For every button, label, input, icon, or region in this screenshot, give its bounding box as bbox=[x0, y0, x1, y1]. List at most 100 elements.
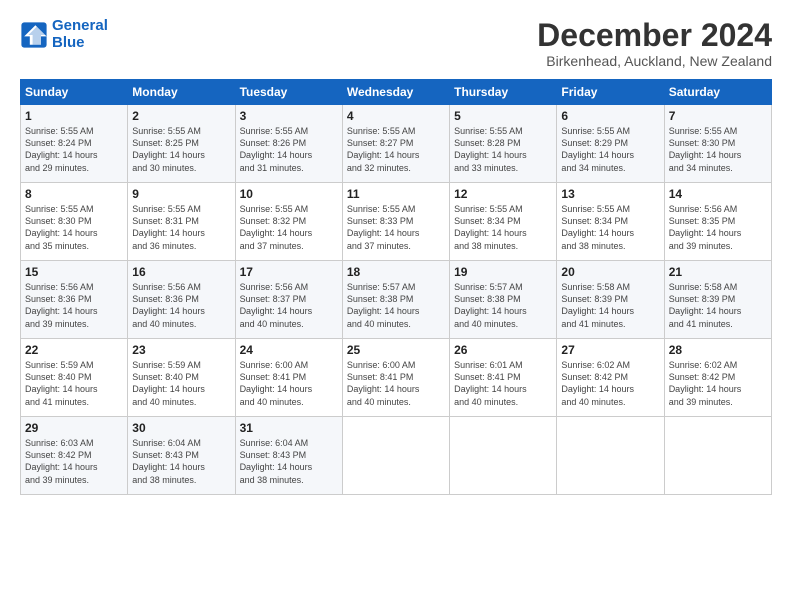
calendar-cell bbox=[664, 417, 771, 495]
calendar-cell: 24 Sunrise: 6:00 AM Sunset: 8:41 PM Dayli… bbox=[235, 339, 342, 417]
calendar-cell: 12 Sunrise: 5:55 AM Sunset: 8:34 PM Dayli… bbox=[450, 183, 557, 261]
day-number: 25 bbox=[347, 343, 445, 357]
header-cell-wednesday: Wednesday bbox=[342, 80, 449, 105]
header: General Blue December 2024 Birkenhead, A… bbox=[20, 18, 772, 69]
day-number: 23 bbox=[132, 343, 230, 357]
day-info: Sunrise: 6:00 AM Sunset: 8:41 PM Dayligh… bbox=[240, 359, 338, 408]
calendar-cell: 30 Sunrise: 6:04 AM Sunset: 8:43 PM Dayli… bbox=[128, 417, 235, 495]
week-row-2: 8 Sunrise: 5:55 AM Sunset: 8:30 PM Daylig… bbox=[21, 183, 772, 261]
day-number: 26 bbox=[454, 343, 552, 357]
day-info: Sunrise: 5:55 AM Sunset: 8:28 PM Dayligh… bbox=[454, 125, 552, 174]
calendar-cell bbox=[557, 417, 664, 495]
day-info: Sunrise: 6:04 AM Sunset: 8:43 PM Dayligh… bbox=[240, 437, 338, 486]
calendar-cell: 17 Sunrise: 5:56 AM Sunset: 8:37 PM Dayli… bbox=[235, 261, 342, 339]
header-cell-thursday: Thursday bbox=[450, 80, 557, 105]
day-info: Sunrise: 5:55 AM Sunset: 8:25 PM Dayligh… bbox=[132, 125, 230, 174]
calendar-cell: 1 Sunrise: 5:55 AM Sunset: 8:24 PM Daylig… bbox=[21, 105, 128, 183]
calendar-cell: 8 Sunrise: 5:55 AM Sunset: 8:30 PM Daylig… bbox=[21, 183, 128, 261]
day-info: Sunrise: 5:55 AM Sunset: 8:32 PM Dayligh… bbox=[240, 203, 338, 252]
day-number: 15 bbox=[25, 265, 123, 279]
day-info: Sunrise: 5:58 AM Sunset: 8:39 PM Dayligh… bbox=[561, 281, 659, 330]
day-info: Sunrise: 5:55 AM Sunset: 8:26 PM Dayligh… bbox=[240, 125, 338, 174]
header-cell-monday: Monday bbox=[128, 80, 235, 105]
day-number: 21 bbox=[669, 265, 767, 279]
logo-line1: General bbox=[52, 17, 108, 34]
day-info: Sunrise: 5:56 AM Sunset: 8:35 PM Dayligh… bbox=[669, 203, 767, 252]
calendar-cell: 19 Sunrise: 5:57 AM Sunset: 8:38 PM Dayli… bbox=[450, 261, 557, 339]
calendar-cell: 25 Sunrise: 6:00 AM Sunset: 8:41 PM Dayli… bbox=[342, 339, 449, 417]
calendar-cell: 5 Sunrise: 5:55 AM Sunset: 8:28 PM Daylig… bbox=[450, 105, 557, 183]
calendar-cell: 18Sunrise: 5:57 AM Sunset: 8:38 PM Dayli… bbox=[342, 261, 449, 339]
day-info: Sunrise: 5:56 AM Sunset: 8:36 PM Dayligh… bbox=[132, 281, 230, 330]
day-info: Sunrise: 5:56 AM Sunset: 8:36 PM Dayligh… bbox=[25, 281, 123, 330]
calendar-cell: 22 Sunrise: 5:59 AM Sunset: 8:40 PM Dayli… bbox=[21, 339, 128, 417]
day-number: 6 bbox=[561, 109, 659, 123]
day-number: 3 bbox=[240, 109, 338, 123]
calendar-cell: 28 Sunrise: 6:02 AM Sunset: 8:42 PM Dayli… bbox=[664, 339, 771, 417]
calendar-cell: 26 Sunrise: 6:01 AM Sunset: 8:41 PM Dayli… bbox=[450, 339, 557, 417]
day-number: 14 bbox=[669, 187, 767, 201]
day-number: 10 bbox=[240, 187, 338, 201]
day-number: 11 bbox=[347, 187, 445, 201]
day-number: 9 bbox=[132, 187, 230, 201]
calendar-cell: 6 Sunrise: 5:55 AM Sunset: 8:29 PM Daylig… bbox=[557, 105, 664, 183]
day-info: Sunrise: 5:55 AM Sunset: 8:24 PM Dayligh… bbox=[25, 125, 123, 174]
calendar-cell: 11 Sunrise: 5:55 AM Sunset: 8:33 PM Dayli… bbox=[342, 183, 449, 261]
calendar-cell: 16 Sunrise: 5:56 AM Sunset: 8:36 PM Dayli… bbox=[128, 261, 235, 339]
day-info: Sunrise: 6:01 AM Sunset: 8:41 PM Dayligh… bbox=[454, 359, 552, 408]
calendar-cell: 31 Sunrise: 6:04 AM Sunset: 8:43 PM Dayli… bbox=[235, 417, 342, 495]
header-cell-saturday: Saturday bbox=[664, 80, 771, 105]
day-info: Sunrise: 5:58 AM Sunset: 8:39 PM Dayligh… bbox=[669, 281, 767, 330]
day-info: Sunrise: 5:55 AM Sunset: 8:34 PM Dayligh… bbox=[454, 203, 552, 252]
calendar-cell: 21 Sunrise: 5:58 AM Sunset: 8:39 PM Dayli… bbox=[664, 261, 771, 339]
calendar-cell: 15 Sunrise: 5:56 AM Sunset: 8:36 PM Dayli… bbox=[21, 261, 128, 339]
week-row-4: 22 Sunrise: 5:59 AM Sunset: 8:40 PM Dayli… bbox=[21, 339, 772, 417]
day-number: 17 bbox=[240, 265, 338, 279]
day-info: Sunrise: 5:55 AM Sunset: 8:30 PM Dayligh… bbox=[25, 203, 123, 252]
header-cell-sunday: Sunday bbox=[21, 80, 128, 105]
day-number: 27 bbox=[561, 343, 659, 357]
day-info: Sunrise: 5:59 AM Sunset: 8:40 PM Dayligh… bbox=[25, 359, 123, 408]
calendar-cell bbox=[342, 417, 449, 495]
day-number: 31 bbox=[240, 421, 338, 435]
week-row-5: 29 Sunrise: 6:03 AM Sunset: 8:42 PM Dayli… bbox=[21, 417, 772, 495]
day-info: Sunrise: 5:55 AM Sunset: 8:27 PM Dayligh… bbox=[347, 125, 445, 174]
day-number: 19 bbox=[454, 265, 552, 279]
day-info: Sunrise: 5:59 AM Sunset: 8:40 PM Dayligh… bbox=[132, 359, 230, 408]
calendar-table: SundayMondayTuesdayWednesdayThursdayFrid… bbox=[20, 79, 772, 495]
location: Birkenhead, Auckland, New Zealand bbox=[537, 53, 772, 69]
calendar-cell: 2 Sunrise: 5:55 AM Sunset: 8:25 PM Daylig… bbox=[128, 105, 235, 183]
day-number: 28 bbox=[669, 343, 767, 357]
calendar-cell: 10 Sunrise: 5:55 AM Sunset: 8:32 PM Dayli… bbox=[235, 183, 342, 261]
logo-line2: Blue bbox=[52, 34, 85, 51]
day-number: 24 bbox=[240, 343, 338, 357]
calendar-cell: 4 Sunrise: 5:55 AM Sunset: 8:27 PM Daylig… bbox=[342, 105, 449, 183]
day-number: 5 bbox=[454, 109, 552, 123]
day-number: 4 bbox=[347, 109, 445, 123]
day-number: 12 bbox=[454, 187, 552, 201]
month-title: December 2024 bbox=[537, 18, 772, 53]
day-number: 1 bbox=[25, 109, 123, 123]
day-number: 7 bbox=[669, 109, 767, 123]
title-block: December 2024 Birkenhead, Auckland, New … bbox=[537, 18, 772, 69]
header-cell-friday: Friday bbox=[557, 80, 664, 105]
header-row: SundayMondayTuesdayWednesdayThursdayFrid… bbox=[21, 80, 772, 105]
day-info: Sunrise: 5:56 AM Sunset: 8:37 PM Dayligh… bbox=[240, 281, 338, 330]
day-number: 8 bbox=[25, 187, 123, 201]
day-info: Sunrise: 6:04 AM Sunset: 8:43 PM Dayligh… bbox=[132, 437, 230, 486]
day-info: Sunrise: 5:55 AM Sunset: 8:29 PM Dayligh… bbox=[561, 125, 659, 174]
day-number: 2 bbox=[132, 109, 230, 123]
day-number: 22 bbox=[25, 343, 123, 357]
day-number: 30 bbox=[132, 421, 230, 435]
day-info: Sunrise: 6:03 AM Sunset: 8:42 PM Dayligh… bbox=[25, 437, 123, 486]
day-info: Sunrise: 5:55 AM Sunset: 8:33 PM Dayligh… bbox=[347, 203, 445, 252]
day-number: 29 bbox=[25, 421, 123, 435]
day-info: Sunrise: 5:57 AM Sunset: 8:38 PM Dayligh… bbox=[454, 281, 552, 330]
day-info: Sunrise: 6:00 AM Sunset: 8:41 PM Dayligh… bbox=[347, 359, 445, 408]
day-info: Sunrise: 6:02 AM Sunset: 8:42 PM Dayligh… bbox=[669, 359, 767, 408]
day-number: 16 bbox=[132, 265, 230, 279]
day-info: Sunrise: 5:55 AM Sunset: 8:31 PM Dayligh… bbox=[132, 203, 230, 252]
calendar-cell: 7 Sunrise: 5:55 AM Sunset: 8:30 PM Daylig… bbox=[664, 105, 771, 183]
day-info: Sunrise: 5:55 AM Sunset: 8:30 PM Dayligh… bbox=[669, 125, 767, 174]
week-row-3: 15 Sunrise: 5:56 AM Sunset: 8:36 PM Dayli… bbox=[21, 261, 772, 339]
